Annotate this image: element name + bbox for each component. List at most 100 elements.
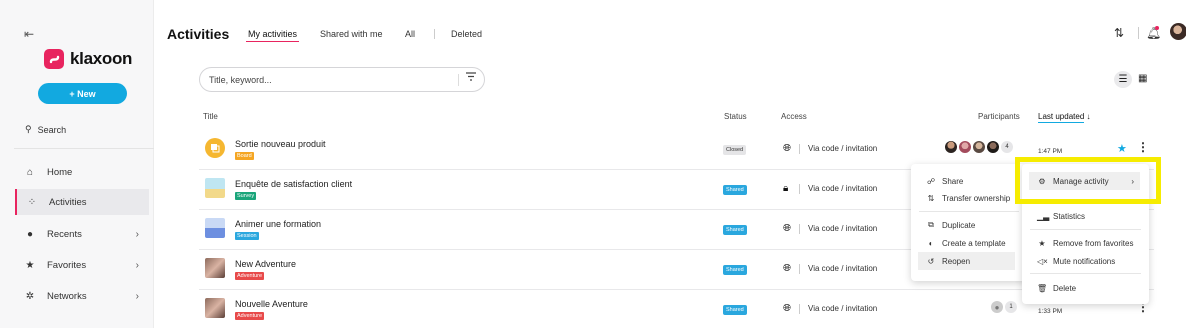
lock-icon: 🔒︎ xyxy=(783,183,789,194)
sidebar-item-favorites[interactable]: ★ Favorites › xyxy=(15,252,149,278)
menu-item-duplicate[interactable]: ⧉ Duplicate xyxy=(911,216,1027,234)
duplicate-icon: ⧉ xyxy=(928,220,934,229)
menu-item-label: Transfer ownership xyxy=(942,193,1011,203)
participant-count: 1 xyxy=(1005,301,1017,313)
participant-avatar xyxy=(973,141,985,153)
sidebar-search[interactable]: ⚲ Search xyxy=(25,124,66,135)
menu-item-create-template[interactable]: ◐ Create a template xyxy=(911,234,1027,252)
list-view-icon[interactable]: ☰ xyxy=(1114,71,1132,88)
menu-item-reopen[interactable]: ↺ Reopen xyxy=(918,252,1015,270)
status-badge: Shared xyxy=(723,305,747,315)
person-icon: ● xyxy=(991,301,1003,313)
highlight-annotation xyxy=(1015,157,1161,204)
import-export-icon[interactable]: ⇅ xyxy=(1114,26,1124,40)
access-mode: Via code / invitation xyxy=(808,264,878,273)
adventure-thumbnail xyxy=(205,298,225,318)
search-icon: ⚲ xyxy=(25,124,32,134)
sidebar-item-home[interactable]: ⌂ Home xyxy=(15,159,149,185)
sidebar-search-label: Search xyxy=(37,124,67,135)
status-badge: Shared xyxy=(723,185,747,195)
access-separator xyxy=(799,304,800,314)
access-separator xyxy=(799,144,800,154)
column-header-title: Title xyxy=(203,112,218,121)
access-separator xyxy=(799,264,800,274)
menu-item-transfer-ownership[interactable]: ⇅ Transfer ownership xyxy=(911,189,1027,207)
menu-item-remove-favorites[interactable]: ★ Remove from favorites xyxy=(1022,234,1149,252)
column-header-access: Access xyxy=(781,112,807,121)
tab-separator xyxy=(434,29,435,39)
activity-title[interactable]: New Adventure xyxy=(235,259,296,269)
sidebar-item-label: Networks xyxy=(47,290,87,302)
tab-deleted[interactable]: Deleted xyxy=(451,29,482,39)
more-options-icon[interactable]: ⋮ xyxy=(1137,140,1149,154)
activity-title[interactable]: Nouvelle Aventure xyxy=(235,299,308,309)
new-button[interactable]: + New xyxy=(38,83,127,104)
table-row[interactable]: Nouvelle Aventure Adventure Shared 🌐︎ Vi… xyxy=(199,290,1154,328)
sidebar-item-recents[interactable]: ● Recents › xyxy=(15,221,149,247)
user-avatar[interactable] xyxy=(1170,23,1186,40)
menu-item-label: Statistics xyxy=(1053,211,1086,221)
mute-icon: ◁× xyxy=(1037,256,1048,266)
header-separator xyxy=(1138,27,1139,39)
page-title: Activities xyxy=(167,26,230,42)
status-badge: Shared xyxy=(723,265,747,275)
filter-separator xyxy=(458,74,459,86)
activity-type-tag: Session xyxy=(235,232,259,240)
board-thumbnail xyxy=(205,138,225,158)
chevron-right-icon: › xyxy=(135,228,139,240)
survey-thumbnail xyxy=(205,178,225,198)
template-icon: ◐ xyxy=(928,238,934,248)
sidebar-item-activities[interactable]: ⁘ Activities xyxy=(15,189,149,215)
menu-item-label: Delete xyxy=(1053,283,1077,293)
menu-item-label: Mute notifications xyxy=(1053,256,1116,266)
access-mode: Via code / invitation xyxy=(808,304,878,313)
menu-separator xyxy=(919,211,1019,212)
globe-icon: 🌐︎ xyxy=(783,303,791,314)
adventure-thumbnail xyxy=(205,258,225,278)
sidebar-divider xyxy=(14,148,154,149)
search-input[interactable] xyxy=(209,74,449,85)
filter-icon[interactable] xyxy=(466,72,476,84)
menu-separator xyxy=(1030,229,1141,230)
network-icon: ✲ xyxy=(25,290,35,302)
participants: 4 xyxy=(945,141,1013,153)
menu-item-share[interactable]: ☍ Share xyxy=(911,172,1027,190)
tab-my-activities[interactable]: My activities xyxy=(248,29,297,39)
trash-icon: 🗑︎ xyxy=(1037,283,1048,293)
activity-type-tag: Adventure xyxy=(235,312,265,320)
activity-title[interactable]: Sortie nouveau produit xyxy=(235,139,326,149)
favorite-star-icon[interactable]: ★ xyxy=(1117,142,1127,155)
sidebar: ⇤ klaxoon + New ⚲ Search ⌂ Home ⁘ Activi… xyxy=(0,0,154,328)
column-header-status: Status xyxy=(724,112,747,121)
menu-item-label: Share xyxy=(942,176,964,186)
session-thumbnail xyxy=(205,218,225,238)
grid-view-icon[interactable]: ▦ xyxy=(1138,73,1147,84)
logo-text: klaxoon xyxy=(70,49,133,68)
collapse-sidebar-icon[interactable]: ⇤ xyxy=(24,27,34,41)
activity-title[interactable]: Animer une formation xyxy=(235,219,321,229)
search-bar xyxy=(199,67,485,92)
column-header-participants: Participants xyxy=(978,112,1020,121)
menu-item-statistics[interactable]: ▁▃ Statistics xyxy=(1022,207,1149,225)
globe-icon: 🌐︎ xyxy=(783,223,791,234)
sidebar-item-networks[interactable]: ✲ Networks › xyxy=(15,283,149,309)
menu-item-label: Reopen xyxy=(942,256,971,266)
tab-shared-with-me[interactable]: Shared with me xyxy=(320,29,383,39)
share-icon: ☍ xyxy=(926,176,936,186)
column-header-last-updated[interactable]: Last updated ↓ xyxy=(1038,112,1090,121)
participant-avatar xyxy=(959,141,971,153)
active-tab-underline xyxy=(246,41,299,42)
clock-icon: ● xyxy=(26,228,34,240)
tab-all[interactable]: All xyxy=(405,29,415,39)
status-badge: Shared xyxy=(723,225,747,235)
last-updated: 1:47 PM xyxy=(1038,148,1063,155)
star-icon: ★ xyxy=(1038,238,1046,248)
last-updated: 1:33 PM xyxy=(1038,308,1063,315)
activity-title[interactable]: Enquête de satisfaction client xyxy=(235,179,352,189)
participant-avatar xyxy=(987,141,999,153)
activities-icon: ⁘ xyxy=(27,196,37,208)
menu-item-delete[interactable]: 🗑︎ Delete xyxy=(1022,279,1149,297)
chart-icon: ▁▃ xyxy=(1037,211,1050,221)
menu-item-mute-notifications[interactable]: ◁× Mute notifications xyxy=(1022,252,1149,270)
reopen-icon: ↺ xyxy=(927,256,935,266)
